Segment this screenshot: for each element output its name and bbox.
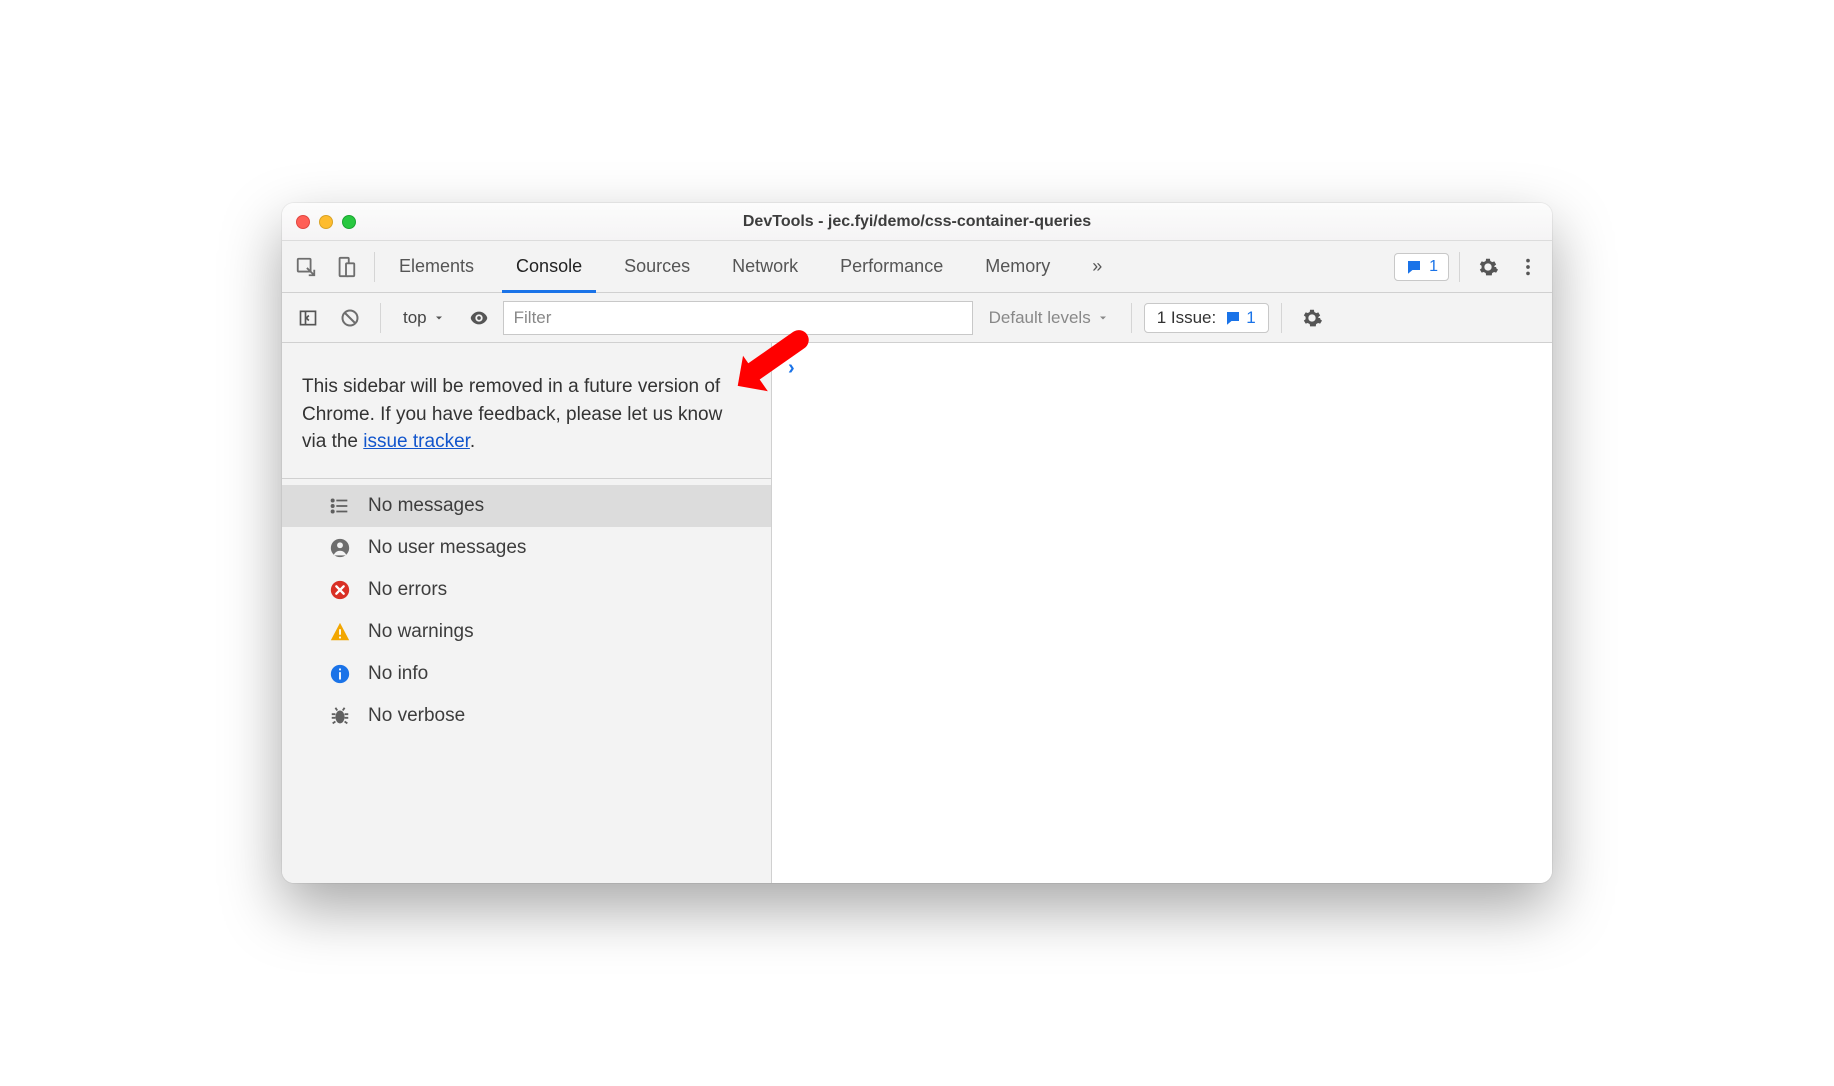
levels-label: Default levels (989, 308, 1091, 328)
kebab-menu-icon[interactable] (1510, 249, 1546, 285)
filter-verbose[interactable]: No verbose (282, 695, 771, 737)
deprecation-notice: This sidebar will be removed in a future… (282, 343, 771, 479)
filter-user-messages[interactable]: No user messages (282, 527, 771, 569)
execution-context-selector[interactable]: top (393, 304, 455, 332)
warning-icon (328, 620, 352, 644)
maximize-window-button[interactable] (342, 215, 356, 229)
divider (374, 252, 375, 282)
tab-network[interactable]: Network (718, 242, 812, 293)
main-tabbar: Elements Console Sources Network Perform… (282, 241, 1552, 293)
devtools-window: DevTools - jec.fyi/demo/css-container-qu… (282, 203, 1552, 883)
message-icon (1224, 309, 1242, 327)
filter-label: No info (368, 663, 428, 685)
hidden-messages-button[interactable]: 1 (1394, 253, 1449, 281)
message-icon (1405, 258, 1423, 276)
info-icon (328, 662, 352, 686)
issues-button[interactable]: 1 Issue: 1 (1144, 303, 1269, 333)
filter-info[interactable]: No info (282, 653, 771, 695)
dropdown-triangle-icon (433, 312, 445, 324)
console-output-pane[interactable]: › (772, 343, 1552, 883)
console-prompt-icon: › (788, 357, 795, 379)
clear-console-icon[interactable] (332, 300, 368, 336)
filter-label: No user messages (368, 537, 526, 559)
hidden-messages-count: 1 (1429, 258, 1438, 276)
filter-errors[interactable]: No errors (282, 569, 771, 611)
error-icon (328, 578, 352, 602)
filter-messages[interactable]: No messages (282, 485, 771, 527)
tab-performance[interactable]: Performance (826, 242, 957, 293)
user-icon (328, 536, 352, 560)
tab-sources[interactable]: Sources (610, 242, 704, 293)
tab-console[interactable]: Console (502, 242, 596, 293)
issues-count: 1 (1246, 308, 1255, 328)
filter-label: No messages (368, 495, 484, 517)
toggle-sidebar-icon[interactable] (290, 300, 326, 336)
divider (1281, 303, 1282, 333)
close-window-button[interactable] (296, 215, 310, 229)
live-expression-icon[interactable] (461, 300, 497, 336)
filter-input[interactable] (503, 301, 973, 335)
console-body: This sidebar will be removed in a future… (282, 343, 1552, 883)
titlebar: DevTools - jec.fyi/demo/css-container-qu… (282, 203, 1552, 241)
device-toolbar-icon[interactable] (328, 249, 364, 285)
tab-list: Elements Console Sources Network Perform… (385, 241, 1116, 292)
divider (1459, 252, 1460, 282)
settings-icon[interactable] (1470, 249, 1506, 285)
minimize-window-button[interactable] (319, 215, 333, 229)
tab-elements[interactable]: Elements (385, 242, 488, 293)
bug-icon (328, 704, 352, 728)
traffic-lights (296, 215, 356, 229)
console-toolbar: top Default levels 1 Issue: 1 (282, 293, 1552, 343)
filter-label: No warnings (368, 621, 474, 643)
tabs-overflow-button[interactable]: » (1078, 242, 1116, 293)
dropdown-triangle-icon (1097, 312, 1109, 324)
tab-memory[interactable]: Memory (971, 242, 1064, 293)
issue-tracker-link[interactable]: issue tracker (363, 431, 470, 452)
list-icon (328, 494, 352, 518)
log-levels-selector[interactable]: Default levels (979, 308, 1119, 328)
filter-warnings[interactable]: No warnings (282, 611, 771, 653)
issues-chip: 1 (1224, 308, 1255, 328)
context-label: top (403, 308, 427, 328)
divider (1131, 303, 1132, 333)
filter-label: No verbose (368, 705, 465, 727)
sidebar-filter-list: No messages No user messages No errors (282, 479, 771, 737)
window-title: DevTools - jec.fyi/demo/css-container-qu… (282, 213, 1552, 231)
divider (380, 303, 381, 333)
console-sidebar: This sidebar will be removed in a future… (282, 343, 772, 883)
inspect-element-icon[interactable] (288, 249, 324, 285)
filter-label: No errors (368, 579, 447, 601)
notice-suffix: . (470, 431, 475, 452)
console-settings-icon[interactable] (1294, 300, 1330, 336)
issues-label: 1 Issue: (1157, 308, 1217, 328)
